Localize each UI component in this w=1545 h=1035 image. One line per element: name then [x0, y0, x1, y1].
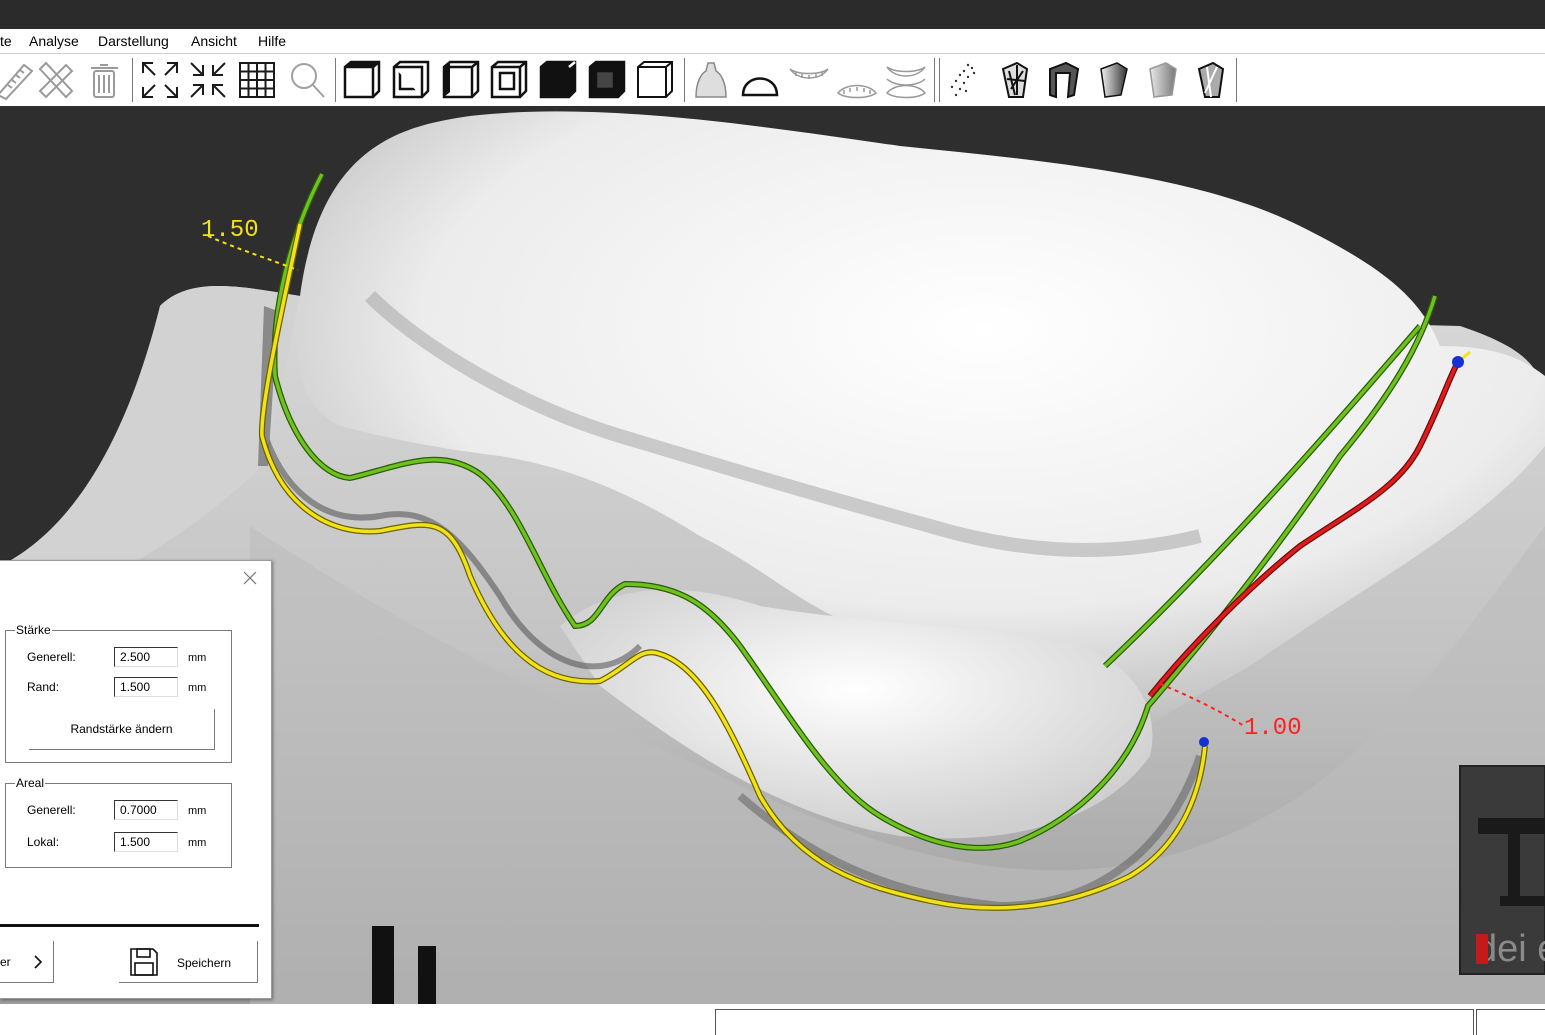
toolbar-separator [1236, 58, 1237, 102]
areal-group: Areal Generell: mm Lokal: mm [5, 775, 232, 868]
scan-artifact [372, 926, 394, 1004]
status-field-main [715, 1009, 1474, 1035]
control-point-handle[interactable] [1452, 356, 1464, 368]
areal-lokal-field[interactable] [114, 832, 178, 852]
status-field-secondary [1476, 1009, 1545, 1035]
point-cloud-icon[interactable] [944, 59, 986, 101]
close-icon[interactable] [241, 569, 259, 587]
crown-shaded-icon[interactable] [1140, 59, 1182, 101]
trash-icon[interactable] [84, 59, 126, 101]
crown-solid-icon[interactable] [1091, 59, 1133, 101]
logo-watermark: dei e [1459, 765, 1545, 975]
dialog-divider [0, 924, 259, 927]
view-top-icon[interactable] [390, 59, 432, 101]
toolbar-separator [934, 58, 935, 102]
areal-generell-label: Generell: [27, 803, 76, 817]
unit-label: mm [188, 837, 207, 849]
lower-jaw-icon[interactable] [690, 59, 732, 101]
view-right-icon[interactable] [488, 59, 530, 101]
areal-generell-field[interactable] [114, 800, 178, 820]
control-point-handle[interactable] [1199, 737, 1209, 747]
zoom-fit-icon[interactable] [139, 59, 181, 101]
view-left-icon[interactable] [440, 59, 482, 101]
chevron-right-icon [34, 955, 43, 969]
lower-teeth-icon[interactable] [836, 59, 878, 101]
staerke-rand-label: Rand: [27, 680, 60, 694]
toolbar-separator [939, 58, 940, 102]
crown-coping-icon[interactable] [1042, 59, 1084, 101]
unit-label: mm [188, 652, 207, 664]
view-iso-icon[interactable] [634, 59, 676, 101]
unit-label: mm [188, 682, 207, 694]
menu-item-darstellung[interactable]: Darstellung [98, 33, 169, 49]
staerke-group-title: Stärke [15, 622, 52, 638]
view-back-icon[interactable] [537, 59, 579, 101]
scan-artifact [418, 946, 436, 1004]
toolbar [0, 53, 1545, 108]
view-bottom-icon[interactable] [586, 59, 628, 101]
menu-item-datei[interactable]: te [0, 33, 12, 49]
staerke-generell-field[interactable] [114, 647, 178, 667]
magnifier-icon[interactable] [286, 59, 328, 101]
floppy-disk-icon [130, 948, 158, 976]
save-button[interactable]: Speichern [119, 941, 258, 983]
both-jaws-icon[interactable] [885, 59, 927, 101]
next-button[interactable]: er [0, 941, 54, 983]
menu-item-hilfe[interactable]: Hilfe [258, 33, 286, 49]
measure-cross-icon[interactable] [34, 59, 76, 101]
crown-wireframe-icon[interactable] [993, 59, 1035, 101]
dimension-label-left: 1.50 [201, 217, 259, 244]
thickness-dialog: Stärke Generell: mm Rand: mm Randstärke … [0, 560, 272, 999]
toolbar-separator [684, 58, 685, 102]
dimension-label-right: 1.00 [1244, 715, 1302, 742]
menu-item-ansicht[interactable]: Ansicht [191, 33, 237, 49]
staerke-generell-label: Generell: [27, 650, 76, 664]
view-front-icon[interactable] [341, 59, 383, 101]
randstaerke-aendern-button[interactable]: Randstärke ändern [29, 709, 215, 750]
menu-item-analyse[interactable]: Analyse [29, 33, 79, 49]
unit-label: mm [188, 805, 207, 817]
crown-mesh-icon[interactable] [1189, 59, 1231, 101]
window-titlebar [0, 0, 1545, 29]
areal-group-title: Areal [15, 775, 46, 791]
staerke-group: Stärke Generell: mm Rand: mm Randstärke … [5, 622, 232, 763]
upper-arch-icon[interactable] [739, 59, 781, 101]
save-button-label: Speichern [177, 956, 232, 970]
staerke-rand-field[interactable] [114, 677, 178, 697]
menu-bar: te Analyse Darstellung Ansicht Hilfe [0, 29, 1545, 53]
toolbar-separator [132, 58, 133, 102]
next-button-label: er [0, 955, 11, 969]
toolbar-separator [335, 58, 336, 102]
zoom-in-icon[interactable] [187, 59, 229, 101]
ruler-icon[interactable] [0, 59, 36, 101]
upper-teeth-icon[interactable] [788, 59, 830, 101]
grid-icon[interactable] [236, 59, 278, 101]
areal-lokal-label: Lokal: [27, 835, 60, 849]
status-bar [0, 1004, 1545, 1035]
